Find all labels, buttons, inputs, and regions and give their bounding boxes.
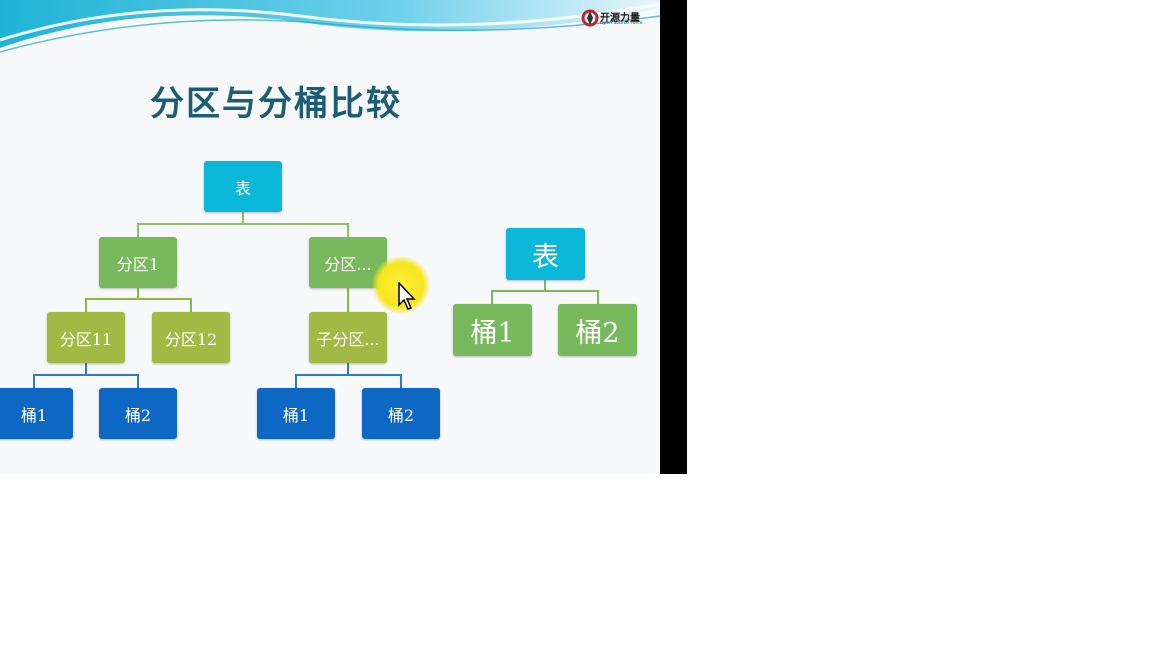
node-bucket-1-right: 桶1 xyxy=(453,304,532,356)
connector-partition1-children xyxy=(85,288,192,312)
connector-right-root-buckets xyxy=(491,279,599,304)
connector-sub-buckets xyxy=(295,363,402,388)
connector-p11-buckets xyxy=(33,363,139,388)
node-bucket-2-right: 桶2 xyxy=(558,304,637,356)
node-partition-12: 分区12 xyxy=(152,312,230,363)
mouse-pointer-icon xyxy=(398,282,416,310)
slide: 开源力量 Open Source Force 分区与分桶比较 表 分区1 分区.… xyxy=(0,0,660,474)
node-bucket-2-of-p11: 桶2 xyxy=(99,388,177,439)
node-bucket-2-of-sub: 桶2 xyxy=(362,388,440,439)
node-partition-11: 分区11 xyxy=(47,312,125,363)
node-subpartition: 子分区... xyxy=(309,312,387,363)
node-bucket-1-of-sub: 桶1 xyxy=(257,388,335,439)
node-table-root: 表 xyxy=(204,161,282,212)
node-table-root-right: 表 xyxy=(506,228,585,280)
connector-root-partitions xyxy=(137,212,349,237)
screen-edge-bar xyxy=(660,0,687,474)
node-bucket-1-of-p11: 桶1 xyxy=(0,388,73,439)
node-partition-1: 分区1 xyxy=(99,237,177,288)
